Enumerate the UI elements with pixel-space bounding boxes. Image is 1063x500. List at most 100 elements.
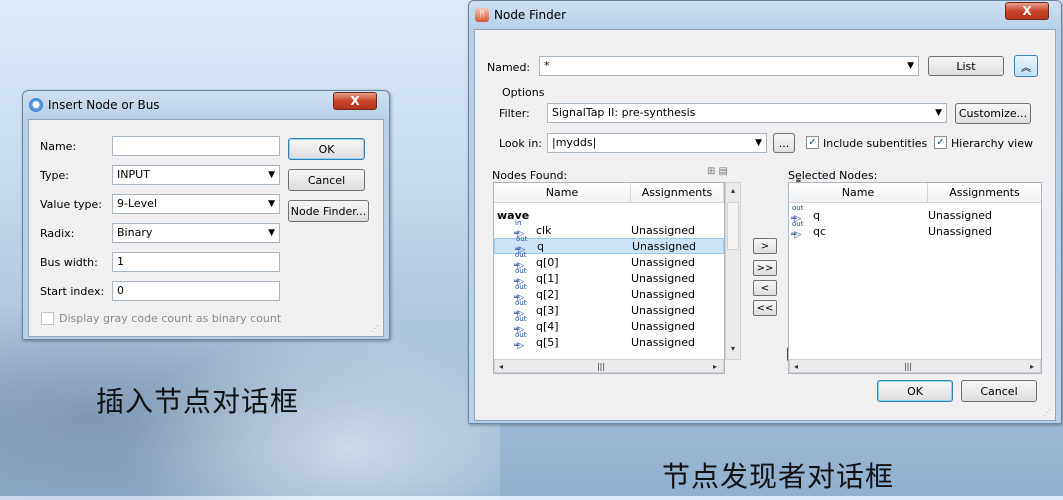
add-selected-button[interactable]: > [753,238,777,254]
node-assignment: Unassigned [631,271,695,285]
type-select[interactable]: INPUT ▼ [112,165,280,185]
remove-all-button[interactable]: << [753,300,777,316]
start-index-label: Start index: [40,285,105,298]
node-finder-dialog: ᛗ Node Finder X Named: * ▼ List ︽ Options… [468,0,1062,424]
cancel-button[interactable]: Cancel [961,380,1037,402]
radix-label: Radix: [40,227,75,240]
cancel-button[interactable]: Cancel [288,169,365,191]
chevron-down-icon: ▼ [907,61,914,71]
node-assignment: Unassigned [631,319,695,333]
radix-select[interactable]: Binary ▼ [112,223,280,243]
output-pin-icon: out ═▷ [791,220,804,240]
horizontal-scrollbar[interactable] [789,359,1041,373]
scroll-right-icon[interactable]: ▸ [1027,361,1037,371]
col-name-header[interactable]: Name [494,183,631,203]
ok-button[interactable]: OK [877,380,953,402]
insert-title-bar: ● Insert Node or Bus [29,91,160,119]
insert-caption: 插入节点对话框 [96,385,300,418]
node-row[interactable]: out ═▷ q[3] Unassigned [494,299,724,319]
filter-select[interactable]: SignalTap II: pre-synthesis ▼ [547,103,947,123]
node-name: q[1] [536,271,559,285]
node-assignment: Unassigned [631,223,695,237]
list-button[interactable]: List [928,56,1004,76]
node-row[interactable]: out ═▷ q[2] Unassigned [494,283,724,303]
app-globe-icon: ● [29,98,43,112]
ok-button[interactable]: OK [288,138,365,160]
collapse-options-icon[interactable]: ︽ [1014,55,1038,77]
add-all-button[interactable]: >> [753,260,777,276]
view-mode-icons[interactable]: ⊞ ▤ [707,166,728,177]
close-button[interactable]: X [1005,2,1049,20]
node-assignment: Unassigned [632,239,696,253]
node-assignment: Unassigned [631,287,695,301]
scroll-left-icon[interactable]: ◂ [496,361,506,371]
look-in-label: Look in: [499,137,542,150]
include-subentities-checkbox[interactable]: ✓ [806,136,819,149]
node-assignment: Unassigned [928,208,992,222]
value-type-select[interactable]: 9-Level ▼ [112,194,280,214]
node-row[interactable]: out ═▷ q[5] Unassigned [494,331,724,351]
finder-caption: 节点发现者对话框 [662,460,895,493]
node-assignment: Unassigned [631,255,695,269]
node-row[interactable]: in ═▷ clk Unassigned [494,219,724,239]
scroll-right-icon[interactable]: ▸ [710,361,720,371]
col-assignments-header[interactable]: Assignments [928,183,1041,203]
node-name: q [537,239,544,253]
scroll-down-icon[interactable]: ▾ [727,342,739,354]
name-input[interactable] [112,136,280,156]
col-name-header[interactable]: Name [789,183,928,203]
hierarchy-view-checkbox[interactable]: ✓ [934,136,947,149]
insert-client-area: Name: Type: INPUT ▼ Value type: 9-Level ▼ … [28,119,384,337]
look-in-combo[interactable]: |mydds| ▼ [547,133,767,153]
remove-selected-button[interactable]: < [753,280,777,296]
node-row[interactable]: out ═▷ qc Unassigned [789,220,1041,240]
output-pin-icon: out ═▷ [514,331,527,351]
node-name: q [813,208,820,222]
nodes-found-label: Nodes Found: [492,169,568,182]
scroll-thumb-grip-icon[interactable]: ||| [901,361,915,371]
named-combo[interactable]: * ▼ [539,56,919,76]
scroll-up-icon[interactable]: ▴ [727,184,739,196]
bus-width-input[interactable]: 1 [112,252,280,272]
node-finder-button[interactable]: Node Finder... [288,200,369,222]
selected-nodes-list[interactable]: Name Assignments out ═▷ q Unassigned out ═▷ qc… [788,182,1042,374]
hierarchy-view-label: Hierarchy view [951,137,1033,150]
node-row[interactable]: out ═▷ q[0] Unassigned [494,251,724,271]
node-name: q[4] [536,319,559,333]
customize-button[interactable]: Customize... [955,103,1031,124]
found-scroll-thumb[interactable] [727,202,739,250]
group-wave[interactable]: wave [497,207,529,223]
chevron-down-icon: ▼ [755,138,762,148]
start-index-input[interactable]: 0 [112,281,280,301]
browse-button[interactable]: ... [773,133,795,153]
col-assignments-header[interactable]: Assignments [631,183,724,203]
node-row[interactable]: out ═▷ q Unassigned [789,204,1041,224]
node-name: qc [813,224,827,238]
finder-title-bar: ᛗ Node Finder [475,1,566,29]
node-name: q[5] [536,335,559,349]
name-label: Name: [40,140,77,153]
node-assignment: Unassigned [928,224,992,238]
insert-node-dialog: ● Insert Node or Bus X Name: Type: INPUT… [22,90,390,340]
node-row[interactable]: out ═▷ q[1] Unassigned [494,267,724,287]
app-logo-icon: ᛗ [475,8,489,22]
close-button[interactable]: X [333,92,377,110]
resize-grip-icon: ⋰ [1043,408,1051,417]
finder-title: Node Finder [494,8,567,22]
selected-nodes-label: Selected Nodes: [788,169,878,182]
nodes-found-list[interactable]: Name Assignments wave in ═▷ clk Unassigned o… [493,182,725,374]
bus-width-label: Bus width: [40,256,98,269]
finder-client-area: Named: * ▼ List ︽ Options Filter: SignalT… [474,29,1056,421]
node-row[interactable]: out ═▷ q[4] Unassigned [494,315,724,335]
horizontal-scrollbar[interactable] [494,359,724,373]
insert-title: Insert Node or Bus [48,98,160,112]
node-row[interactable]: out ═▷ q Unassigned [494,235,724,255]
chevron-down-icon: ▼ [268,199,275,209]
gray-code-checkbox[interactable] [41,312,54,325]
scroll-left-icon[interactable]: ◂ [791,361,801,371]
options-label: Options [502,86,545,99]
gray-code-label: Display gray code count as binary count [59,312,282,325]
value-type-label: Value type: [40,198,102,211]
node-name: q[0] [536,255,559,269]
scroll-thumb-grip-icon[interactable]: ||| [594,361,608,371]
